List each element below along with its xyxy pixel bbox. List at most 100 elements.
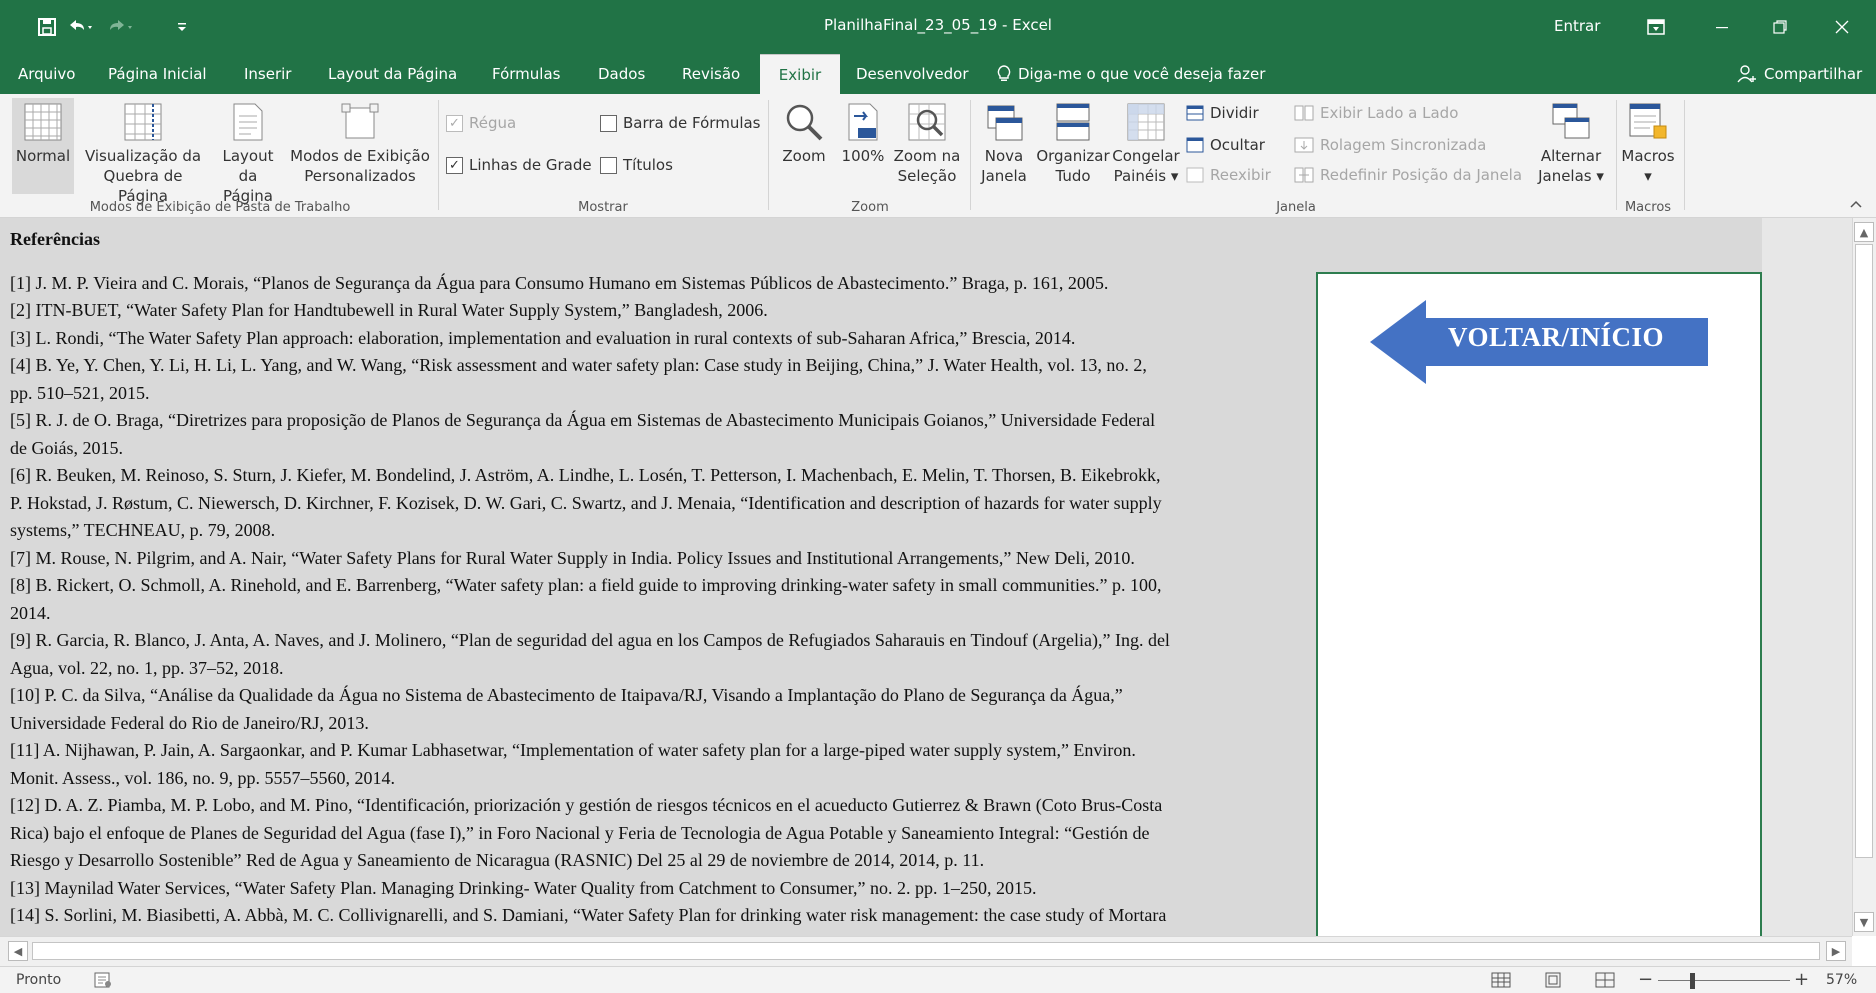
vertical-scroll-thumb[interactable] bbox=[1855, 244, 1873, 858]
new-window-label-1: Nova bbox=[984, 147, 1024, 165]
new-window-button[interactable]: Nova Janela bbox=[976, 102, 1032, 186]
zoom-in-icon[interactable]: + bbox=[1794, 969, 1809, 990]
normal-view-icon bbox=[24, 103, 62, 141]
macros-label: Macros bbox=[1621, 147, 1675, 165]
zoom-selection-label-2: Seleção bbox=[897, 167, 957, 185]
hide-button[interactable]: Ocultar bbox=[1186, 136, 1265, 154]
page-break-icon bbox=[124, 103, 162, 141]
tab-dados[interactable]: Dados bbox=[588, 54, 655, 94]
switch-windows-button[interactable]: Alternar Janelas ▾ bbox=[1532, 102, 1610, 186]
zoom-selection-button[interactable]: Zoom na Seleção bbox=[890, 102, 964, 186]
ribbon-display-options-icon[interactable] bbox=[1632, 10, 1680, 44]
reset-position-icon bbox=[1294, 167, 1314, 183]
gridlines-checkbox[interactable]: ✓ Linhas de Grade bbox=[446, 156, 592, 174]
reference-line: Monit. Assess., vol. 186, no. 9, pp. 555… bbox=[10, 767, 396, 788]
zoom-slider-track[interactable] bbox=[1658, 980, 1790, 981]
lightbulb-icon bbox=[997, 65, 1011, 81]
tab-revisao[interactable]: Revisão bbox=[672, 54, 750, 94]
undo-icon[interactable] bbox=[64, 14, 98, 40]
page-layout-button[interactable]: Layout da Página bbox=[212, 102, 284, 206]
tab-desenvolvedor[interactable]: Desenvolvedor bbox=[846, 54, 979, 94]
share-button[interactable]: Compartilhar bbox=[1736, 54, 1862, 94]
dropdown-arrow-icon: ▾ bbox=[1644, 167, 1652, 185]
ruler-label: Régua bbox=[469, 114, 517, 132]
ribbon-tabs: Arquivo Página Inicial Inserir Layout da… bbox=[0, 54, 1876, 94]
freeze-panes-label-2: Painéis bbox=[1113, 167, 1167, 185]
close-icon[interactable] bbox=[1818, 10, 1866, 44]
tab-pagina-inicial[interactable]: Página Inicial bbox=[98, 54, 217, 94]
page-break-preview-button[interactable]: Visualização da Quebra de Página bbox=[78, 102, 208, 206]
back-button-label[interactable]: VOLTAR/INÍCIO bbox=[1416, 322, 1696, 353]
scroll-down-icon[interactable]: ▼ bbox=[1854, 912, 1874, 932]
normal-view-status-icon[interactable] bbox=[1490, 971, 1512, 989]
reference-line: [6] R. Beuken, M. Reinoso, S. Sturn, J. … bbox=[10, 465, 1161, 485]
scroll-right-icon[interactable]: ▶ bbox=[1826, 941, 1846, 961]
save-icon[interactable] bbox=[34, 14, 60, 40]
tab-arquivo[interactable]: Arquivo bbox=[8, 54, 85, 94]
headings-check-icon bbox=[600, 156, 617, 174]
horizontal-scroll-thumb[interactable] bbox=[32, 942, 1820, 960]
sync-scroll-button[interactable]: Rolagem Sincronizada bbox=[1294, 136, 1486, 154]
split-button[interactable]: Dividir bbox=[1186, 104, 1259, 122]
reference-line: [3] L. Rondi, “The Water Safety Plan app… bbox=[10, 327, 1076, 348]
restore-icon[interactable] bbox=[1756, 10, 1804, 44]
page-layout-status-icon[interactable] bbox=[1542, 971, 1564, 989]
page-layout-icon bbox=[233, 103, 263, 141]
reference-line: [10] P. C. da Silva, “Análise da Qualida… bbox=[10, 685, 1123, 705]
signin-link[interactable]: Entrar bbox=[1554, 17, 1600, 35]
custom-views-icon bbox=[341, 103, 379, 139]
zoom-button[interactable]: Zoom bbox=[776, 102, 832, 166]
dropdown-arrow-icon: ▾ bbox=[1591, 167, 1604, 185]
redo-icon[interactable] bbox=[104, 14, 138, 40]
zoom-percentage[interactable]: 57% bbox=[1826, 972, 1857, 988]
tab-inserir[interactable]: Inserir bbox=[234, 54, 301, 94]
view-side-by-side-button[interactable]: Exibir Lado a Lado bbox=[1294, 104, 1458, 122]
zoom-slider-thumb[interactable] bbox=[1690, 973, 1695, 989]
hide-label: Ocultar bbox=[1210, 136, 1265, 154]
page-break-status-icon[interactable] bbox=[1594, 971, 1616, 989]
custom-views-button[interactable]: Modos de Exibição Personalizados bbox=[288, 102, 432, 186]
zoom-100-label: 100% bbox=[841, 147, 885, 165]
scroll-left-icon[interactable]: ◀ bbox=[8, 941, 28, 961]
ribbon-exibir: Normal Visualização da Quebra de Página … bbox=[0, 94, 1876, 218]
zoom-selection-label-1: Zoom na bbox=[893, 147, 961, 165]
reference-line: pp. 510–521, 2015. bbox=[10, 382, 150, 403]
macros-button[interactable]: Macros ▾ bbox=[1616, 102, 1680, 186]
reference-line: Riesgo y Desarrollo Sostenible” Red de A… bbox=[10, 850, 985, 870]
scroll-up-icon[interactable]: ▲ bbox=[1854, 222, 1874, 242]
ruler-checkbox[interactable]: ✓ Régua bbox=[446, 114, 516, 132]
minimize-icon[interactable] bbox=[1698, 10, 1746, 44]
hide-icon bbox=[1186, 137, 1204, 153]
formula-bar-checkbox[interactable]: Barra de Fórmulas bbox=[600, 114, 761, 132]
reference-line: [13] Maynilad Water Services, “Water Saf… bbox=[10, 877, 1037, 898]
freeze-panes-button[interactable]: Congelar Painéis ▾ bbox=[1110, 102, 1182, 186]
arrange-all-icon bbox=[1056, 103, 1090, 141]
reference-line: [1] J. M. P. Vieira and C. Morais, “Plan… bbox=[10, 272, 1109, 293]
unhide-icon bbox=[1186, 167, 1204, 183]
zoom-out-icon[interactable]: − bbox=[1638, 969, 1653, 990]
formula-bar-label: Barra de Fórmulas bbox=[623, 114, 761, 132]
reference-line: [7] M. Rouse, N. Pilgrim, and A. Nair, “… bbox=[10, 547, 1135, 568]
tell-me-search[interactable]: Diga-me o que você deseja fazer bbox=[996, 54, 1265, 94]
headings-checkbox[interactable]: Títulos bbox=[600, 156, 673, 174]
tab-formulas[interactable]: Fórmulas bbox=[482, 54, 570, 94]
customize-qat-icon[interactable] bbox=[174, 14, 190, 40]
macro-recording-icon[interactable] bbox=[94, 972, 112, 992]
tab-exibir[interactable]: Exibir bbox=[760, 54, 840, 94]
arrange-all-button[interactable]: Organizar Tudo bbox=[1034, 102, 1112, 186]
group-label-zoom: Zoom bbox=[851, 200, 889, 215]
title-bar: PlanilhaFinal_23_05_19 - Excel Entrar bbox=[0, 0, 1876, 54]
tab-layout-da-pagina[interactable]: Layout da Página bbox=[318, 54, 467, 94]
group-separator bbox=[1684, 100, 1685, 210]
reset-window-position-button[interactable]: Redefinir Posição da Janela bbox=[1294, 166, 1522, 184]
normal-view-button[interactable]: Normal bbox=[12, 98, 74, 194]
group-label-window: Janela bbox=[1276, 200, 1316, 215]
zoom-100-button[interactable]: 100% bbox=[836, 102, 890, 166]
reference-line: Universidade Federal do Rio de Janeiro/R… bbox=[10, 712, 369, 733]
collapse-ribbon-icon[interactable] bbox=[1850, 198, 1862, 213]
reference-line: [4] B. Ye, Y. Chen, Y. Li, H. Li, L. Yan… bbox=[10, 355, 1147, 375]
unhide-button[interactable]: Reexibir bbox=[1186, 166, 1271, 184]
arrange-all-label-2: Tudo bbox=[1055, 167, 1091, 185]
switch-windows-label-2: Janelas bbox=[1538, 167, 1592, 185]
magnifier-icon bbox=[786, 104, 823, 141]
